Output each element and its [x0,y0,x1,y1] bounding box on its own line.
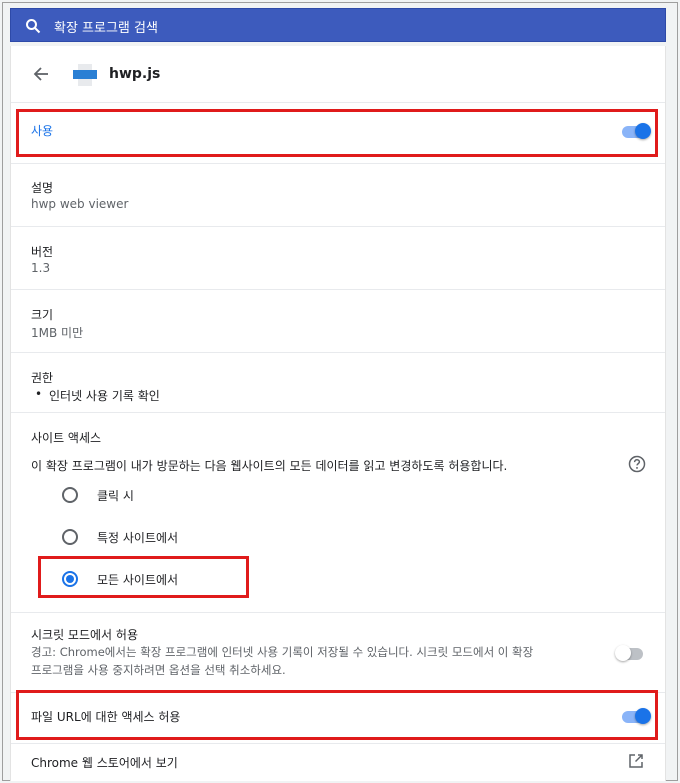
radio-label-on-click: 클릭 시 [97,489,134,503]
description-label: 설명 [31,181,54,195]
web-store-row[interactable]: Chrome 웹 스토어에서 보기 [11,743,665,781]
radio-label-specific-sites: 특정 사이트에서 [97,531,179,545]
version-value: 1.3 [31,261,51,275]
incognito-toggle[interactable] [615,645,645,661]
size-value: 1MB 미만 [31,326,84,340]
search-icon [26,19,41,34]
size-row: 크기 1MB 미만 [11,289,665,352]
description-value: hwp web viewer [31,197,129,211]
description-row: 설명 hwp web viewer [11,163,665,226]
incognito-label: 시크릿 모드에서 허용 [31,628,138,642]
web-store-link[interactable]: Chrome 웹 스토어에서 보기 [31,754,178,771]
back-arrow-icon[interactable] [33,67,49,81]
site-access-label: 사이트 액세스 [31,431,102,445]
site-access-description: 이 확장 프로그램이 내가 방문하는 다음 웹사이트의 모든 데이터를 읽고 변… [31,459,508,473]
version-row: 버전 1.3 [11,226,665,289]
permissions-label: 권한 [31,371,54,385]
open-in-new-icon[interactable] [628,753,644,769]
radio-specific-sites[interactable] [62,529,78,545]
highlight-all-sites-option [38,556,249,598]
search-input[interactable]: 확장 프로그램 검색 [54,17,158,36]
incognito-warning-line1: 경고: Chrome에서는 확장 프로그램에 인터넷 사용 기록이 저장될 수 … [31,645,534,659]
incognito-warning-line2: 프로그램을 사용 중지하려면 옵션을 선택 취소하세요. [31,663,286,677]
search-bar[interactable]: 확장 프로그램 검색 [10,8,666,42]
permissions-row: 권한 • 인터넷 사용 기록 확인 [11,352,665,412]
help-icon[interactable] [628,455,646,473]
incognito-row: 시크릿 모드에서 허용 경고: Chrome에서는 확장 프로그램에 인터넷 사… [11,612,665,692]
size-label: 크기 [31,308,54,322]
highlight-enable-row [16,109,658,157]
highlight-file-url-row [16,690,658,740]
extension-logo-icon [73,64,97,86]
permission-item: 인터넷 사용 기록 확인 [49,389,160,403]
permission-bullet: • [35,387,43,401]
extension-name: hwp.js [109,66,161,82]
details-header: hwp.js [11,46,665,102]
radio-on-click[interactable] [62,487,78,503]
version-label: 버전 [31,245,54,259]
